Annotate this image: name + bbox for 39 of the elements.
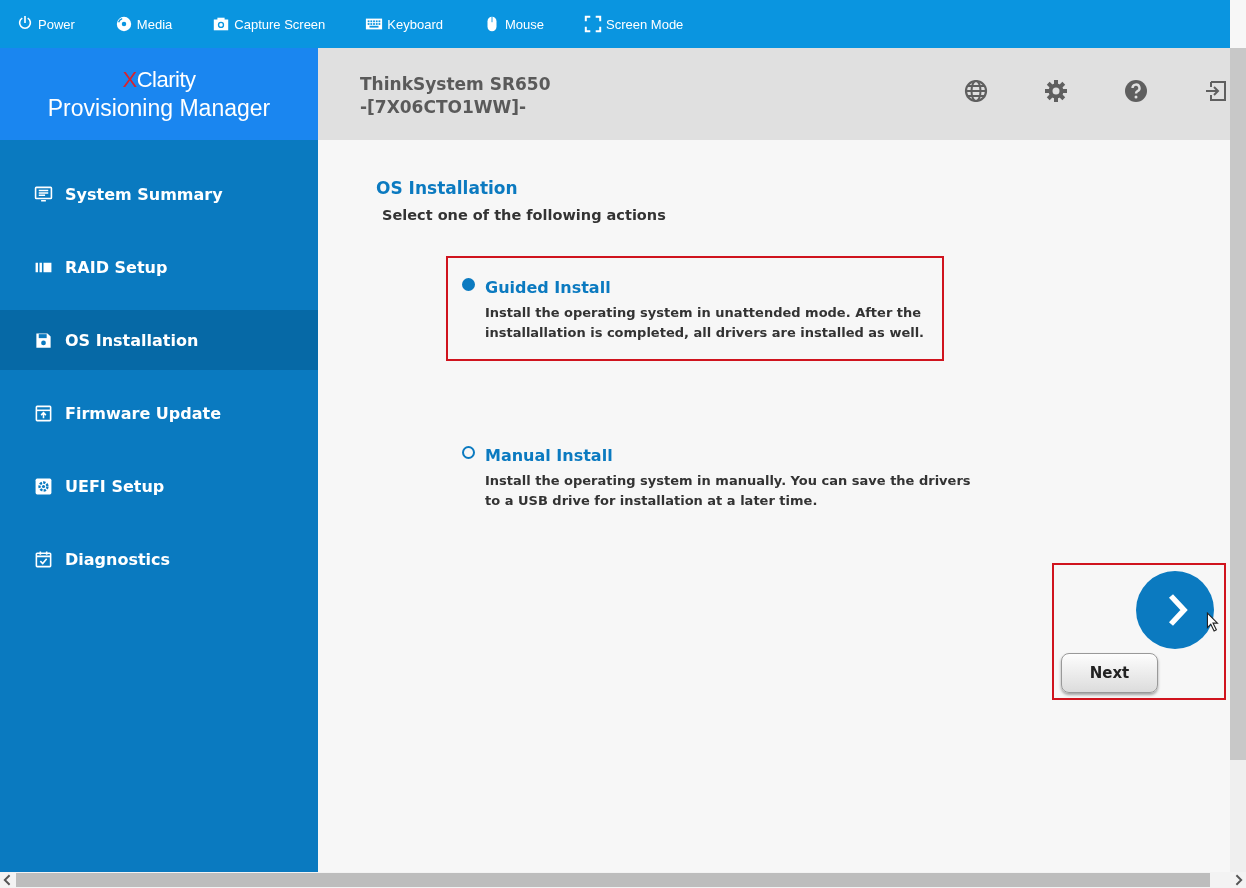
server-title: ThinkSystem SR650 — [360, 73, 551, 96]
upload-icon — [34, 403, 53, 423]
camera-icon — [212, 15, 231, 33]
product-name: Provisioning Manager — [47, 94, 271, 122]
monitor-icon — [34, 184, 53, 204]
calendar-check-icon — [34, 549, 53, 569]
vertical-scrollbar[interactable] — [1230, 48, 1246, 140]
sidebar-item[interactable]: Firmware Update — [0, 383, 318, 443]
option-description: Install the operating system in manually. You can save the drivers to a USB drive for installation at a later time. — [485, 472, 972, 510]
radio-button[interactable] — [462, 278, 475, 291]
help-icon[interactable] — [1124, 79, 1148, 103]
option-title[interactable]: Manual Install — [485, 446, 613, 465]
sidebar-item[interactable]: UEFI Setup — [0, 456, 318, 516]
toolbar-button[interactable]: Keyboard — [359, 11, 449, 37]
page-title: OS Installation — [376, 178, 519, 198]
globe-icon[interactable] — [964, 79, 988, 103]
option-title[interactable]: Guided Install — [485, 278, 611, 297]
server-model: -[7X06CTO1WW]- — [360, 96, 528, 119]
toolbar-button[interactable]: Capture Screen — [206, 11, 332, 37]
next-button[interactable]: Next — [1061, 653, 1158, 693]
radio-button[interactable] — [462, 446, 475, 459]
sidebar-item[interactable]: Diagnostics — [0, 529, 318, 589]
option-description: Install the operating system in unattended mode. After the installallation is completed, all drivers are installed as well. — [485, 304, 926, 342]
gear-icon — [34, 476, 53, 496]
sidebar-item[interactable]: System Summary — [0, 164, 318, 224]
brand-logo: XClarity — [122, 66, 196, 93]
instruction-text: Select one of the following actions — [382, 207, 667, 223]
toolbar-button[interactable]: Screen Mode — [578, 11, 690, 37]
scrollbar-thumb[interactable] — [16, 873, 1210, 887]
toolbar-button[interactable]: Media — [108, 11, 179, 37]
logout-icon[interactable] — [1204, 79, 1228, 103]
sidebar-item[interactable]: OS Installation — [0, 310, 318, 370]
toolbar-button[interactable]: Mouse — [477, 11, 551, 37]
fullscreen-icon — [584, 15, 603, 33]
horizontal-scrollbar[interactable] — [0, 872, 1246, 888]
disc-icon — [114, 15, 133, 33]
toolbar-button[interactable]: Power — [10, 11, 81, 37]
mouse-pointer-icon — [1206, 612, 1220, 632]
sidebar-item[interactable]: RAID Setup — [0, 237, 318, 297]
